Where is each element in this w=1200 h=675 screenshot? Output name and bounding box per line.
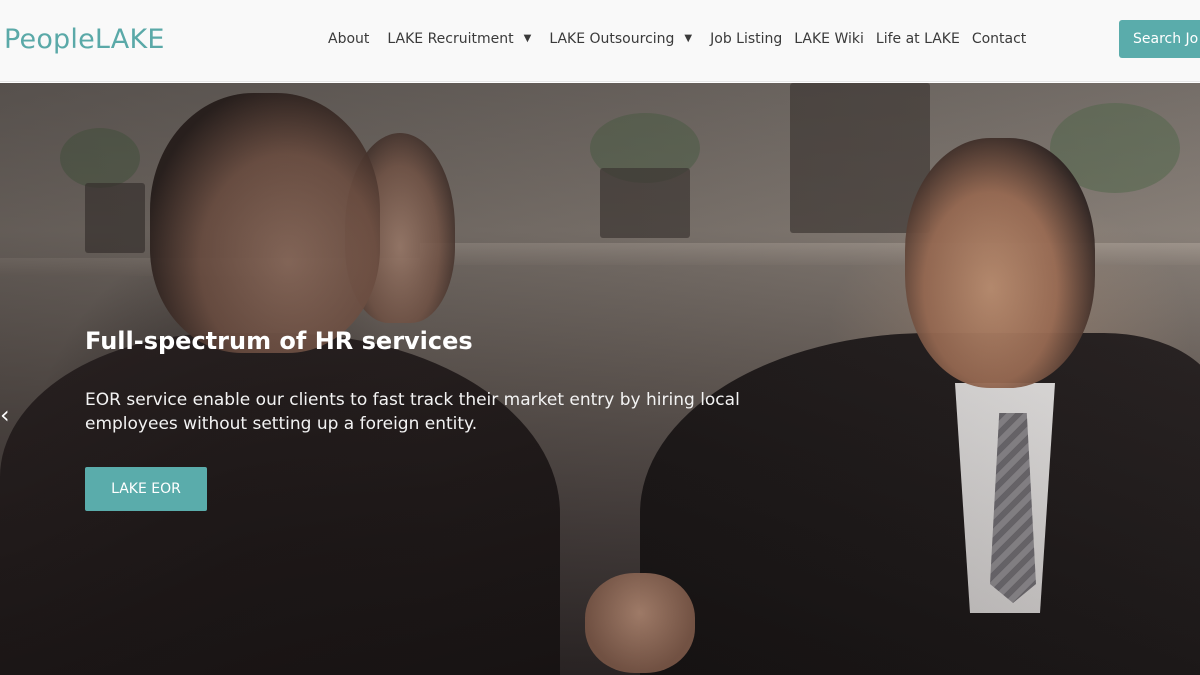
hero-slider: ‹ Full-spectrum of HR services EOR servi… [0,83,1200,675]
search-jobs-button[interactable]: Search Jo [1119,20,1200,58]
peoplelake-logo[interactable]: People LAKE [4,22,165,56]
nav-lake-recruitment[interactable]: LAKE Recruitment ▼ [381,28,537,50]
search-jobs-label: Search Jo [1133,31,1199,47]
nav-about[interactable]: About [322,28,375,50]
nav-lake-wiki[interactable]: LAKE Wiki [788,28,870,50]
nav-lake-recruitment-label: LAKE Recruitment [387,31,514,47]
nav-life-at-lake-label: Life at LAKE [875,31,960,47]
logo-people-text: People [4,23,95,55]
lake-eor-button[interactable]: LAKE EOR [85,467,207,511]
nav-contact[interactable]: Contact [966,28,1032,50]
nav-lake-wiki-label: LAKE Wiki [794,31,864,47]
caret-down-icon: ▼ [684,33,693,44]
hero-overlay [0,83,1200,675]
logo-lake-text: LAKE [94,23,165,55]
nav-lake-outsourcing[interactable]: LAKE Outsourcing ▼ [543,28,698,50]
nav-contact-label: Contact [971,31,1027,47]
nav-job-listing-label: Job Listing [710,31,783,47]
site-header: People LAKE About LAKE Recruitment ▼ LAKE… [0,0,1200,82]
caret-down-icon: ▼ [523,33,532,44]
nav-lake-outsourcing-label: LAKE Outsourcing [549,31,675,47]
hero-description: EOR service enable our clients to fast t… [85,390,740,434]
hero-title: Full-spectrum of HR services [85,327,473,355]
main-nav: About LAKE Recruitment ▼ LAKE Outsourcin… [322,28,1032,50]
chevron-left-icon[interactable]: ‹ [0,401,14,429]
nav-job-listing[interactable]: Job Listing [704,28,788,50]
nav-about-label: About [328,31,370,47]
nav-life-at-lake[interactable]: Life at LAKE [870,28,966,50]
lake-eor-label: LAKE EOR [111,481,181,497]
